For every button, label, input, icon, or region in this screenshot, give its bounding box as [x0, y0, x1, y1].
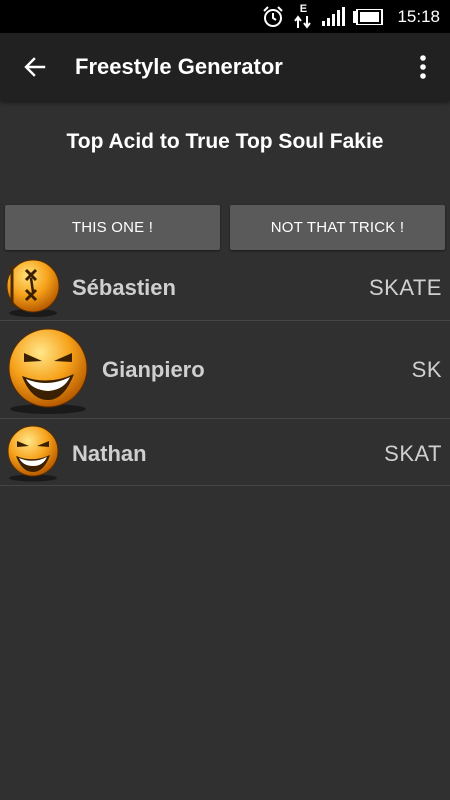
page-title: Freestyle Generator: [75, 54, 283, 79]
list-item[interactable]: Gianpiero SK: [0, 321, 450, 419]
player-score: SKATE: [368, 275, 442, 300]
alarm-icon: [261, 5, 285, 29]
reject-trick-button[interactable]: NOT THAT TRICK !: [230, 205, 445, 250]
network-type-label: E: [299, 3, 308, 15]
status-bar: E 15:18: [0, 0, 450, 33]
evil-grin-smiley-icon: [7, 425, 59, 482]
knocked-out-smiley-icon: [6, 259, 60, 317]
list-item[interactable]: Sébastien SKATE: [0, 255, 450, 321]
evil-grin-smiley-icon: [8, 328, 88, 414]
player-list: Sébastien SKATE Gianpiero SK Nathan SKAT: [0, 255, 450, 486]
trick-name: Top Acid to True Top Soul Fakie: [66, 130, 384, 153]
player-score: SKAT: [384, 441, 442, 466]
data-arrows-icon: E: [293, 4, 313, 29]
more-vert-icon[interactable]: [408, 47, 438, 87]
signal-icon: [321, 6, 346, 27]
player-score: SK: [411, 357, 442, 382]
status-time: 15:18: [397, 6, 440, 26]
battery-icon: [353, 8, 384, 25]
accept-trick-button[interactable]: THIS ONE !: [5, 205, 220, 250]
arrow-back-icon[interactable]: [20, 52, 50, 82]
player-name: Nathan: [72, 441, 147, 466]
player-name: Sébastien: [72, 275, 176, 300]
list-item[interactable]: Nathan SKAT: [0, 419, 450, 486]
app-bar: Freestyle Generator: [0, 33, 450, 101]
player-name: Gianpiero: [102, 357, 205, 382]
